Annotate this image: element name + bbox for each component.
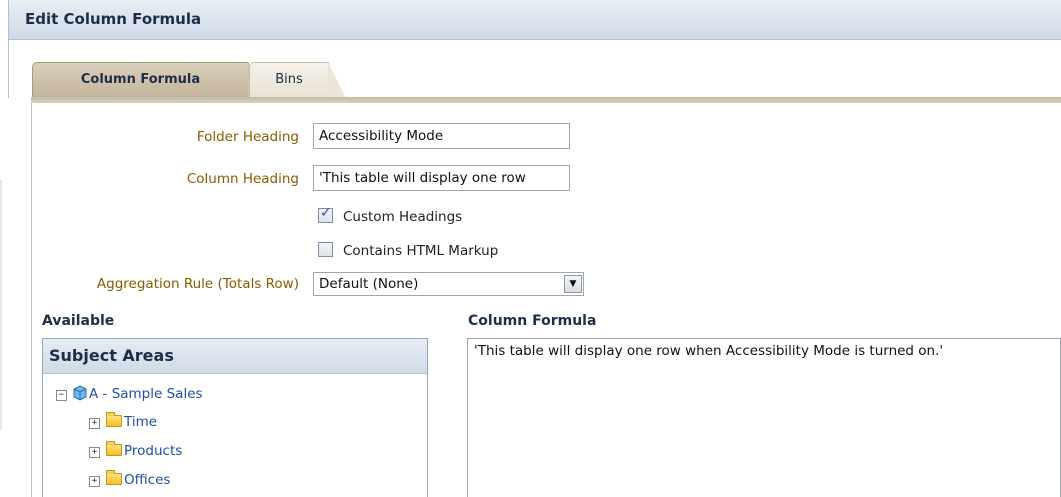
custom-headings-option[interactable]: ✓ Custom Headings [318, 205, 463, 225]
collapse-icon[interactable]: − [56, 390, 67, 401]
folder-icon [106, 412, 122, 427]
aggregation-rule-value: Default (None) [319, 276, 419, 292]
contains-html-option[interactable]: Contains HTML Markup [318, 242, 498, 259]
tree-node-products[interactable]: + Products [89, 441, 183, 459]
contains-html-label: Contains HTML Markup [343, 243, 499, 259]
expand-icon[interactable]: + [89, 447, 100, 458]
tree-node-time[interactable]: + Time [89, 412, 158, 430]
tree-node-label: Products [124, 443, 183, 459]
column-heading-input[interactable]: 'This table will display one row [313, 165, 570, 191]
tree-node-sample-sales[interactable]: − A - Sample Sales [56, 385, 203, 402]
tab-bins[interactable]: Bins [249, 62, 346, 98]
left-edge [0, 180, 2, 430]
expand-icon[interactable]: + [89, 418, 100, 429]
available-heading: Available [42, 313, 115, 329]
folder-heading-input[interactable]: Accessibility Mode [313, 123, 570, 149]
tab-strip: Column Formula Bins [8, 40, 1061, 98]
tree-node-label: Offices [124, 472, 171, 488]
column-formula-textarea[interactable]: 'This table will display one row when Ac… [467, 338, 1061, 497]
check-mark-icon: ✓ [320, 205, 332, 221]
aggregation-rule-label: Aggregation Rule (Totals Row) [96, 276, 299, 292]
folder-icon [106, 470, 122, 485]
cube-icon [73, 385, 87, 401]
custom-headings-label: Custom Headings [343, 209, 463, 225]
aggregation-rule-select[interactable]: Default (None) ▼ [313, 272, 584, 296]
tree-node-offices[interactable]: + Offices [89, 470, 171, 488]
custom-headings-checkbox[interactable]: ✓ [318, 205, 333, 223]
dialog-title: Edit Column Formula [8, 0, 1061, 40]
chevron-down-icon[interactable]: ▼ [564, 275, 582, 293]
contains-html-checkbox[interactable] [318, 242, 333, 257]
tree-node-label: A - Sample Sales [89, 386, 203, 402]
folder-icon [106, 441, 122, 456]
column-heading-label: Column Heading [186, 171, 299, 187]
subject-areas-title: Subject Areas [43, 339, 427, 374]
expand-icon[interactable]: + [89, 476, 100, 487]
tab-column-formula[interactable]: Column Formula [32, 62, 270, 98]
tree-node-label: Time [124, 414, 158, 430]
column-formula-heading: Column Formula [468, 313, 597, 329]
folder-heading-label: Folder Heading [196, 129, 299, 145]
